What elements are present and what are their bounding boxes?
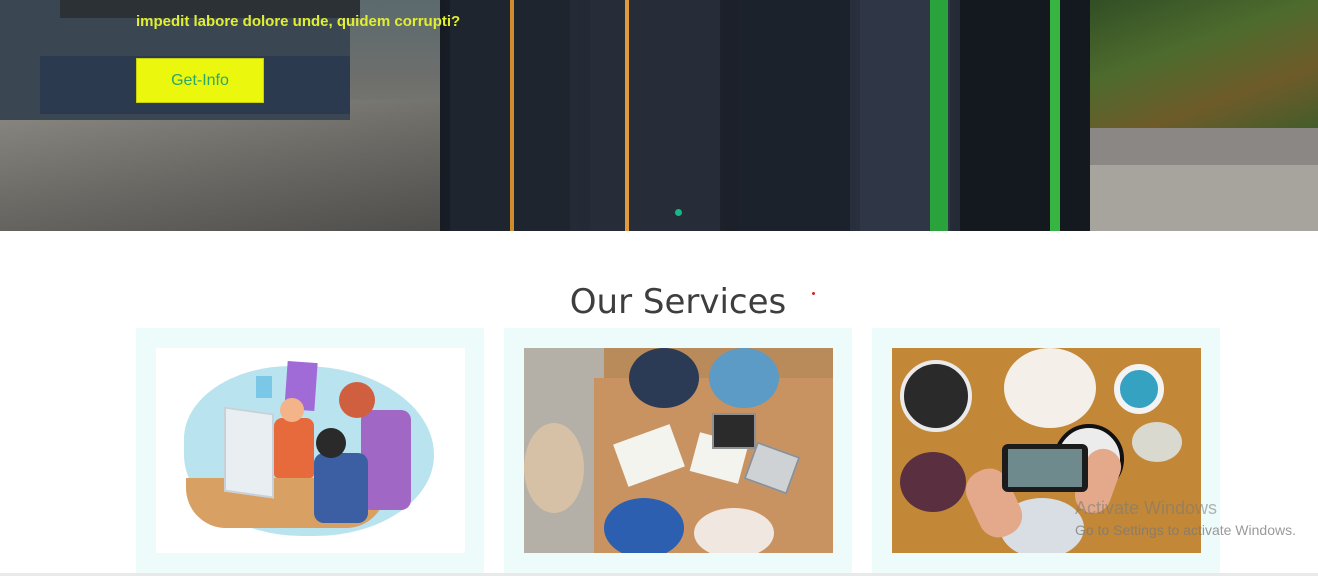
hero-subtitle: impedit labore dolore unde, quidem corru…: [136, 13, 461, 30]
photo-smartphone-screen: [1008, 449, 1082, 487]
gown-stripe: [510, 0, 514, 231]
photo-person: [694, 508, 774, 553]
illustration-head: [280, 398, 304, 422]
services-section-title: Our Services: [569, 282, 787, 322]
photo-person: [629, 348, 699, 408]
hero-graduates: [440, 0, 1090, 231]
gown-stripe: [1050, 0, 1060, 231]
illustration-person: [314, 453, 368, 523]
photo-person: [709, 348, 779, 408]
gown-stripe: [930, 0, 948, 231]
photo-person: [604, 498, 684, 553]
illustration-monitor: [224, 406, 274, 499]
service-card[interactable]: [504, 328, 852, 576]
activate-windows-title: Activate Windows: [1075, 498, 1218, 518]
group-study-table-photo: [524, 348, 833, 553]
illustration-head: [316, 428, 346, 458]
get-info-button[interactable]: Get-Info: [136, 58, 264, 103]
service-card[interactable]: [872, 328, 1220, 576]
hero-wall: [1075, 128, 1318, 168]
activate-windows-subtitle: Go to Settings to activate Windows.: [1075, 522, 1296, 538]
illustration-person: [361, 410, 411, 510]
photo-plate: [1004, 348, 1096, 428]
graduate-gown: [590, 0, 720, 231]
photo-laptop: [712, 413, 756, 449]
service-card[interactable]: [136, 328, 484, 576]
slider-indicator-dot[interactable]: [675, 209, 682, 216]
graduate-gown: [740, 0, 850, 231]
hero-banner: impedit labore dolore unde, quidem corru…: [0, 0, 1318, 231]
decorative-dot: [812, 292, 815, 295]
gown-stripe: [625, 0, 629, 231]
hero-stones: [1080, 165, 1318, 231]
photo-person: [524, 423, 584, 513]
graduate-gown: [960, 0, 1090, 231]
hero-gardens: [1060, 0, 1318, 135]
photo-plate: [900, 452, 966, 512]
photo-plate: [900, 360, 972, 432]
photo-coffee-cup: [1114, 364, 1164, 414]
illustration-head: [339, 382, 375, 418]
illustration-sticky-note: [256, 376, 272, 398]
team-working-illustration: [156, 348, 465, 553]
photo-glass: [1132, 422, 1182, 462]
illustration-person: [274, 418, 314, 478]
